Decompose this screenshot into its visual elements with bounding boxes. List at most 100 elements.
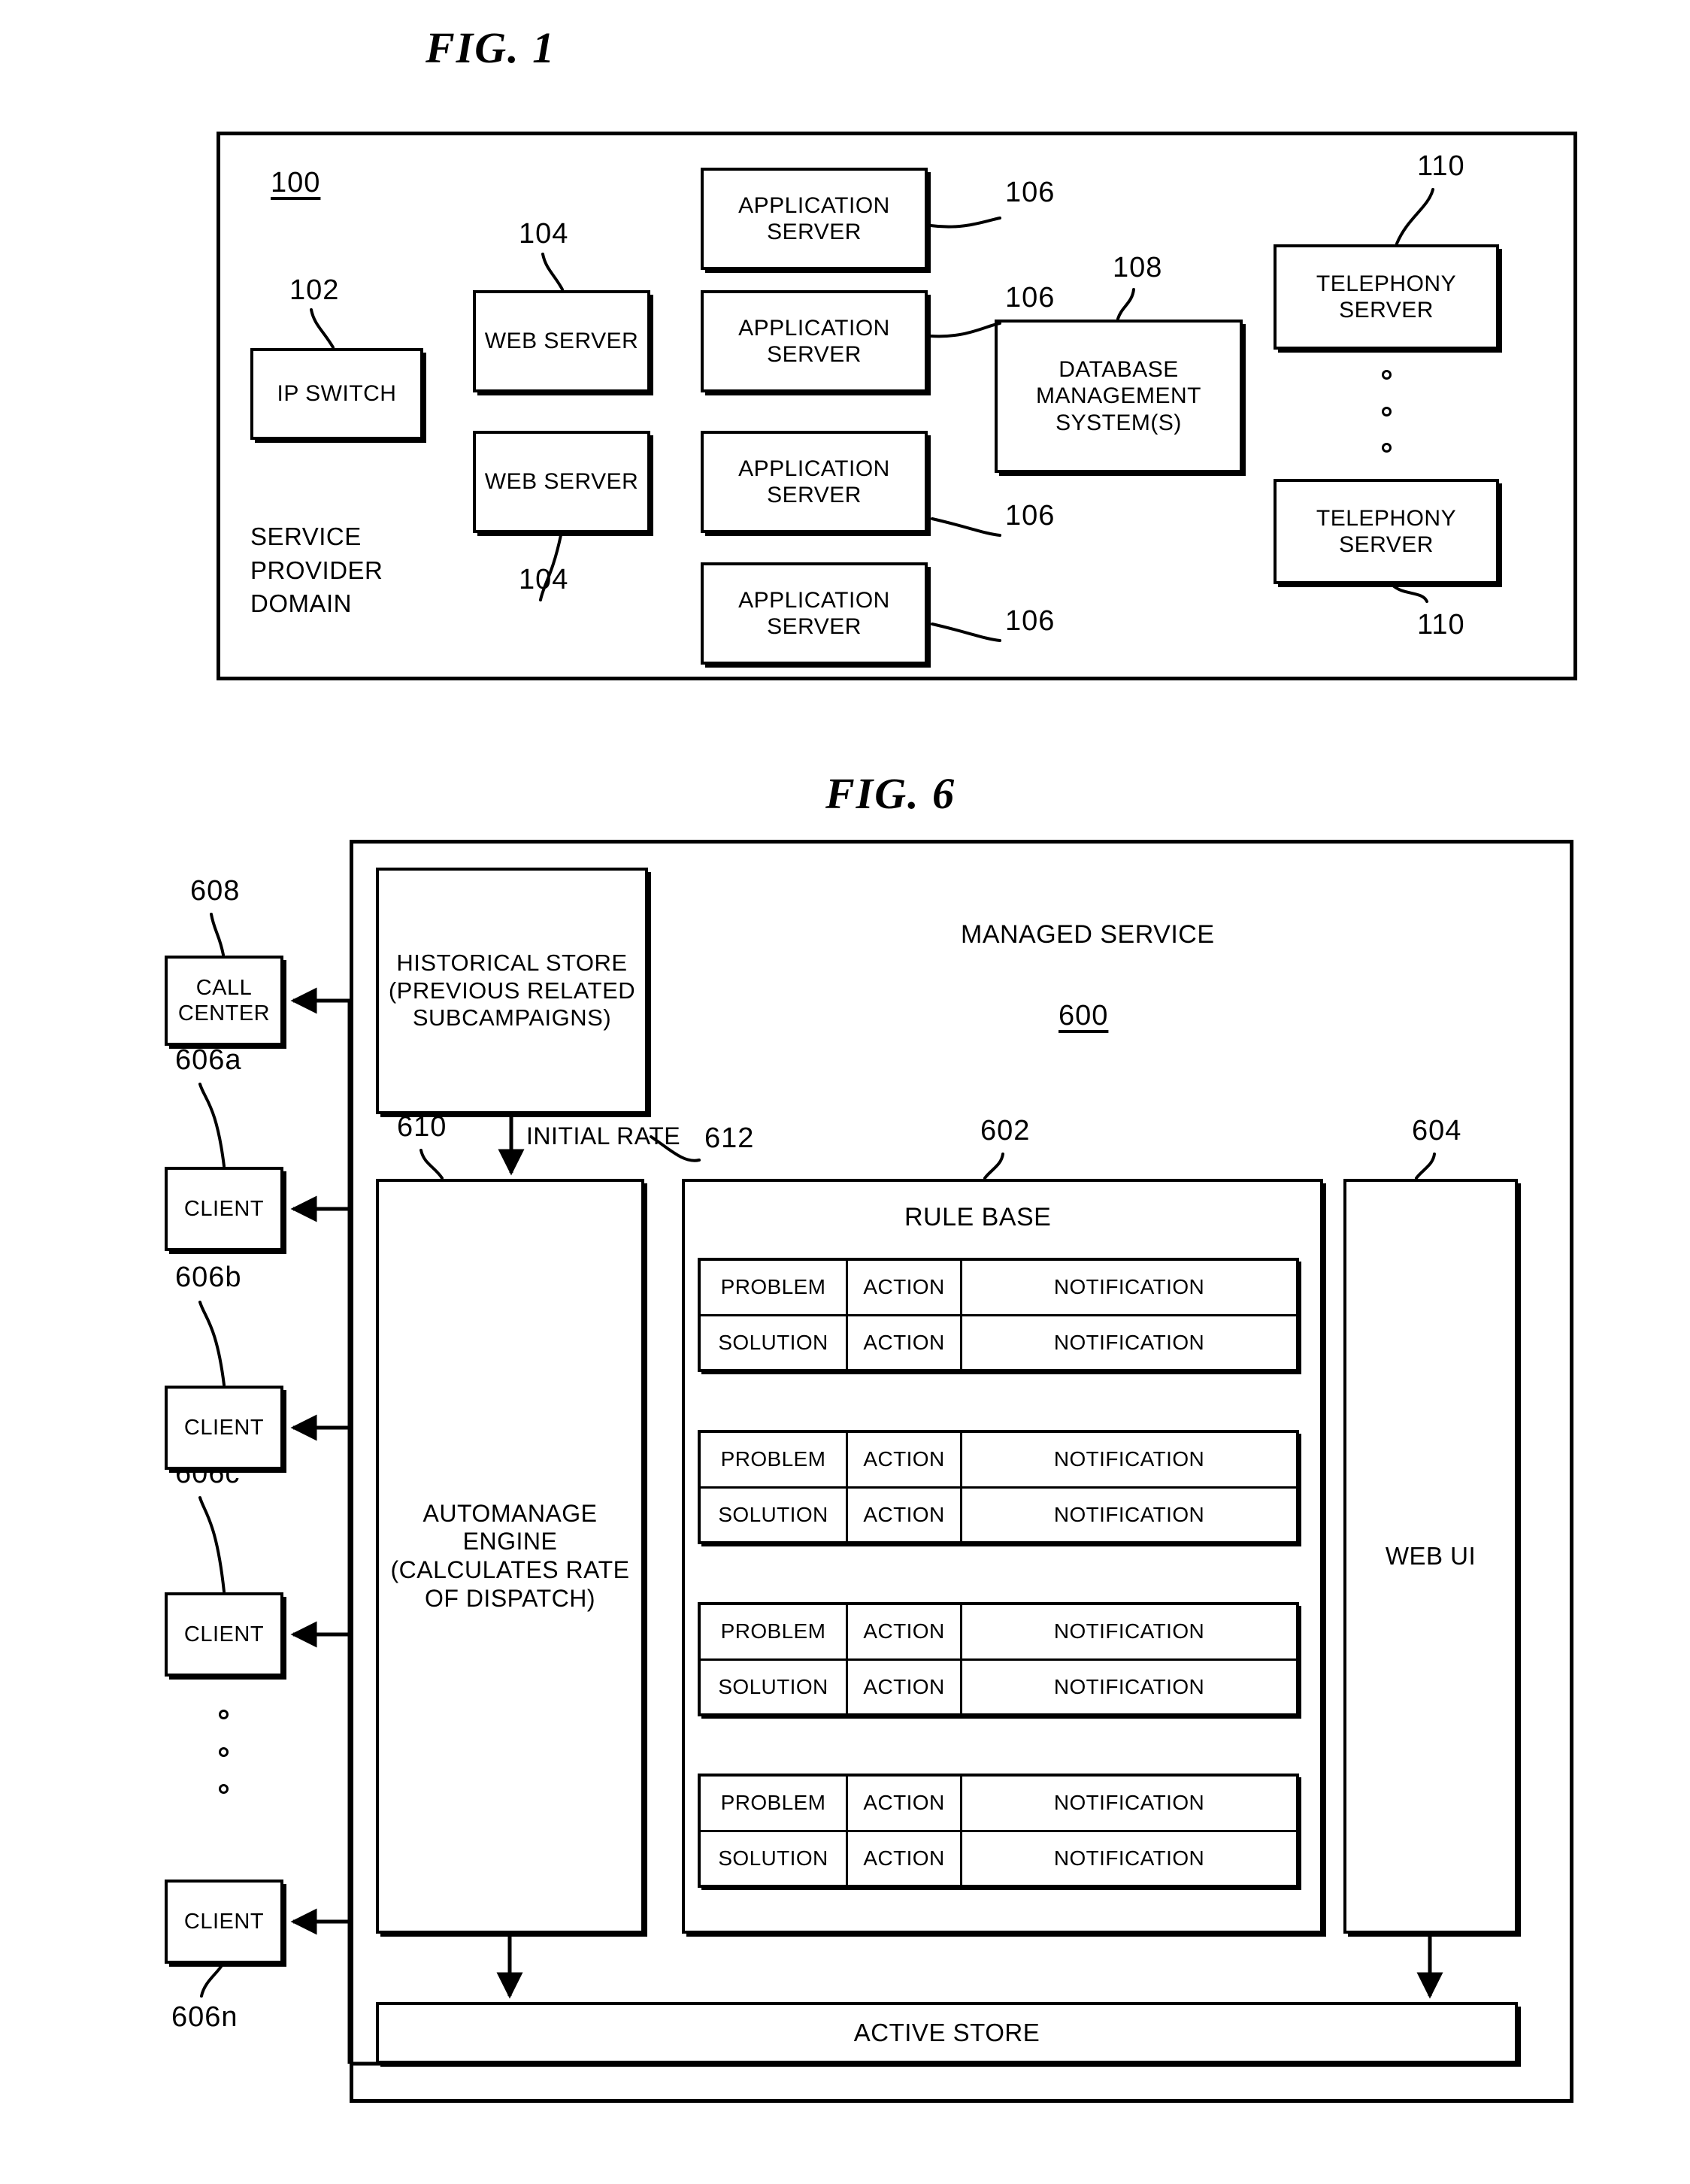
rule-group-3: PROBLEM ACTION NOTIFICATION SOLUTION ACT… [698,1602,1299,1716]
ellipsis-dot [219,1746,229,1757]
database-management-system-label: DATABASE MANAGEMENT SYSTEM(S) [1035,356,1201,435]
rule-row-solution: SOLUTION ACTION NOTIFICATION [701,1831,1296,1885]
rule-cell-action: ACTION [848,1605,962,1658]
application-server-3-label: APPLICATION SERVER [738,456,890,507]
leader-606a [198,1083,226,1168]
ref-610: 610 [397,1111,447,1143]
rule-cell-action: ACTION [848,1831,962,1885]
application-server-2-label: APPLICATION SERVER [738,315,890,367]
application-server-4-label: APPLICATION SERVER [738,587,890,639]
rule-cell-problem: PROBLEM [701,1261,848,1314]
application-server-box-3: APPLICATION SERVER [701,431,928,533]
call-center-box: CALL CENTER [165,956,283,1046]
client-box-n: CLIENT [165,1880,283,1964]
rule-cell-action: ACTION [848,1777,962,1830]
rule-row-problem: PROBLEM ACTION NOTIFICATION [701,1433,1296,1489]
rule-group-2: PROBLEM ACTION NOTIFICATION SOLUTION ACT… [698,1430,1299,1544]
ellipsis-dot [1382,370,1392,380]
rule-row-solution: SOLUTION ACTION NOTIFICATION [701,1316,1296,1369]
rule-cell-notification: NOTIFICATION [1053,1846,1205,1870]
rule-group-4: PROBLEM ACTION NOTIFICATION SOLUTION ACT… [698,1774,1299,1888]
ellipsis-dot [1382,443,1392,453]
client-b-label: CLIENT [183,1415,265,1440]
client-ellipsis [219,1710,229,1794]
rule-cell-action: ACTION [848,1660,962,1713]
ref-602: 602 [980,1115,1031,1147]
figure-1-title: FIG. 1 [426,23,556,72]
rule-row-problem: PROBLEM ACTION NOTIFICATION [701,1261,1296,1316]
active-store-label: ACTIVE STORE [853,2018,1040,2046]
rule-group-1: PROBLEM ACTION NOTIFICATION SOLUTION ACT… [698,1258,1299,1372]
application-server-box-1: APPLICATION SERVER [701,168,928,270]
ref-110-top: 110 [1417,150,1465,182]
rule-row-problem: PROBLEM ACTION NOTIFICATION [701,1777,1296,1832]
ref-106-b: 106 [1005,282,1055,314]
leader-606n [200,1963,224,1998]
automanage-engine-label: AUTOMANAGE ENGINE (CALCULATES RATE OF DI… [390,1499,630,1612]
telephony-server-box-1: TELEPHONY SERVER [1274,244,1499,350]
rule-cell-solution: SOLUTION [701,1660,848,1713]
ellipsis-dot [219,1784,229,1794]
application-server-box-4: APPLICATION SERVER [701,562,928,665]
client-c-label: CLIENT [183,1622,265,1646]
rule-cell-notification: NOTIFICATION [1053,1674,1205,1698]
rule-base-title: RULE BASE [904,1203,1052,1231]
patent-drawing-sheet: FIG. 1 100 102 104 104 106 106 106 106 1… [0,0,1690,2184]
historical-store-label: HISTORICAL STORE (PREVIOUS RELATED SUBCA… [388,950,636,1031]
rule-cell-action: ACTION [848,1488,962,1541]
web-server-box-2: WEB SERVER [473,431,650,533]
rule-cell-solution: SOLUTION [701,1488,848,1541]
telephony-server-2-label: TELEPHONY SERVER [1316,505,1457,557]
ref-606n: 606n [171,2001,238,2033]
ref-104-bottom: 104 [519,564,569,595]
call-center-label: CALL CENTER [177,975,271,1025]
client-box-c: CLIENT [165,1592,283,1677]
application-server-box-2: APPLICATION SERVER [701,290,928,392]
ref-604: 604 [1412,1115,1462,1147]
ref-606a: 606a [175,1044,242,1076]
rule-cell-problem: PROBLEM [701,1777,848,1830]
web-ui-box: WEB UI [1343,1179,1518,1934]
ref-110-bottom: 110 [1417,609,1465,641]
web-server-2-label: WEB SERVER [484,469,639,495]
rule-cell-notification: NOTIFICATION [1053,1502,1205,1526]
database-management-system-box: DATABASE MANAGEMENT SYSTEM(S) [995,320,1243,473]
ip-switch-label: IP SWITCH [277,381,397,407]
client-n-label: CLIENT [183,1909,265,1934]
ref-102: 102 [289,274,340,306]
rule-cell-action: ACTION [848,1316,962,1369]
automanage-engine-box: AUTOMANAGE ENGINE (CALCULATES RATE OF DI… [376,1179,644,1934]
client-a-label: CLIENT [183,1196,265,1221]
ref-600: 600 [1059,1000,1109,1031]
ip-switch-box: IP SWITCH [250,348,423,440]
historical-store-box: HISTORICAL STORE (PREVIOUS RELATED SUBCA… [376,868,648,1114]
rule-cell-notification: NOTIFICATION [1053,1447,1205,1471]
web-server-box-1: WEB SERVER [473,290,650,392]
rule-cell-action: ACTION [848,1261,962,1314]
initial-rate-label: INITIAL RATE [526,1122,681,1150]
rule-row-solution: SOLUTION ACTION NOTIFICATION [701,1660,1296,1713]
ref-606b: 606b [175,1262,242,1293]
rule-cell-action: ACTION [848,1433,962,1486]
managed-service-label: MANAGED SERVICE [961,920,1215,949]
ref-100: 100 [271,167,321,198]
ref-612: 612 [704,1122,755,1154]
rule-row-problem: PROBLEM ACTION NOTIFICATION [701,1605,1296,1661]
web-ui-label: WEB UI [1385,1541,1476,1570]
telephony-server-1-label: TELEPHONY SERVER [1316,271,1457,323]
rule-cell-solution: SOLUTION [701,1831,848,1885]
ref-106-a: 106 [1005,177,1055,208]
rule-cell-solution: SOLUTION [701,1316,848,1369]
ellipsis-dot [1382,406,1392,417]
ref-108: 108 [1113,252,1163,283]
service-provider-domain-label: SERVICE PROVIDER DOMAIN [250,523,383,618]
rule-cell-notification: NOTIFICATION [1053,1619,1205,1643]
ref-104-top: 104 [519,218,569,250]
telephony-server-box-2: TELEPHONY SERVER [1274,479,1499,584]
leader-606c [198,1496,226,1593]
client-box-a: CLIENT [165,1167,283,1251]
rule-cell-notification: NOTIFICATION [1053,1275,1205,1299]
ref-106-d: 106 [1005,605,1055,637]
application-server-1-label: APPLICATION SERVER [738,192,890,244]
leader-606b [198,1301,226,1386]
